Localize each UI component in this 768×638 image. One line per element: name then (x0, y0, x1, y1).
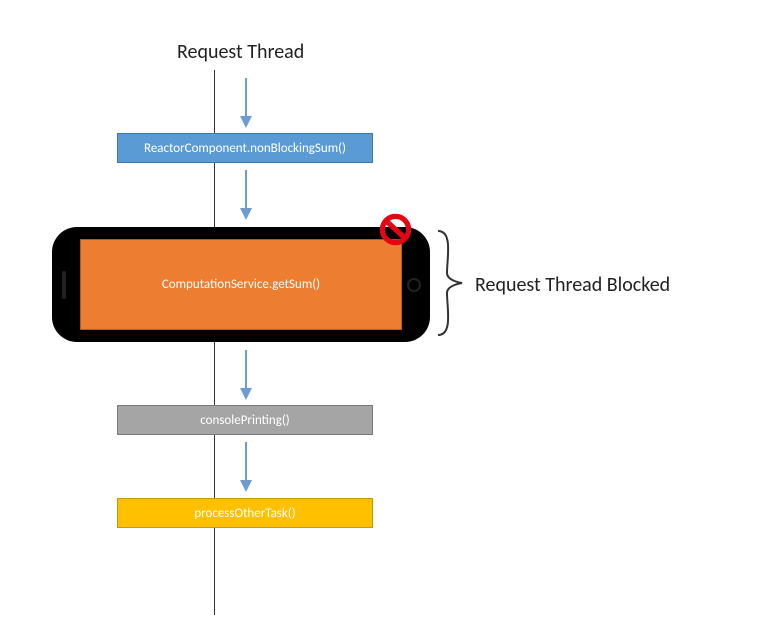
arrow-down-icon (240, 170, 252, 220)
step-console-printing: consolePrinting() (117, 405, 373, 435)
step-label: consolePrinting() (200, 413, 289, 428)
arrow-down-icon (240, 442, 252, 492)
blocked-container: ComputationService.getSum() (52, 227, 430, 342)
phone-speaker-icon (62, 271, 66, 299)
step-process-other-task: processOtherTask() (117, 498, 373, 528)
step-reactor-component: ReactorComponent.nonBlockingSum() (117, 133, 373, 163)
step-label: ReactorComponent.nonBlockingSum() (144, 141, 346, 156)
step-label: processOtherTask() (194, 506, 295, 521)
step-label: ComputationService.getSum() (162, 277, 320, 292)
arrow-down-icon (240, 350, 252, 400)
phone-button-icon (407, 278, 421, 292)
step-computation-service: ComputationService.getSum() (80, 239, 402, 330)
diagram-canvas: Request Thread ReactorComponent.nonBlock… (0, 0, 768, 638)
prohibit-icon (378, 212, 413, 247)
arrow-down-icon (240, 78, 252, 128)
thread-title: Request Thread (177, 40, 304, 64)
blocked-annotation: Request Thread Blocked (475, 273, 670, 297)
curly-brace-icon (435, 228, 465, 338)
